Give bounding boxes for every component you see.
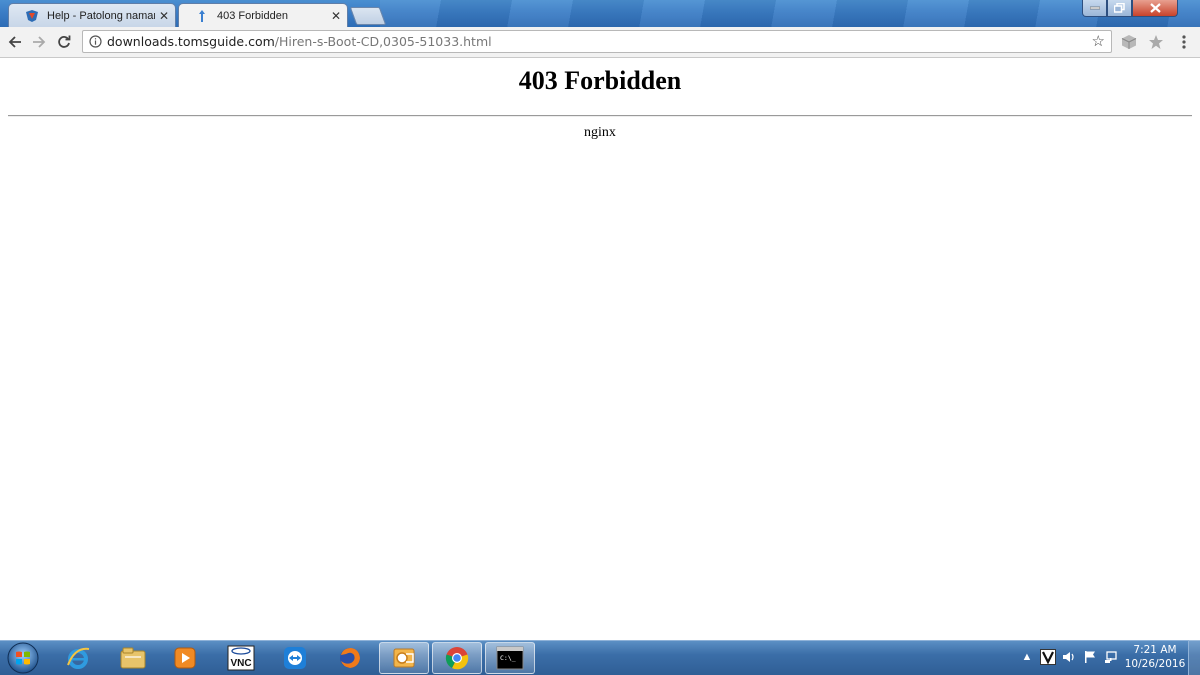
taskbar-media-player[interactable] [160, 642, 210, 674]
tab-help-patolong[interactable]: Help - Patolong naman s ✕ [8, 3, 176, 27]
clock-time: 7:21 AM [1133, 644, 1177, 656]
taskbar-file-explorer[interactable] [108, 642, 158, 674]
tab-close-icon[interactable]: ✕ [331, 9, 341, 23]
taskbar-firefox[interactable] [325, 642, 375, 674]
show-hidden-icons-arrow-icon[interactable]: ▲ [1020, 650, 1034, 664]
teamviewer-icon [284, 647, 306, 669]
page-title: 403 Forbidden [518, 66, 682, 95]
taskbar-vnc[interactable]: VNC [216, 642, 266, 674]
forward-arrow-icon [33, 36, 46, 48]
show-desktop-button[interactable] [1188, 640, 1200, 675]
reload-icon [58, 35, 71, 48]
folder-icon [120, 647, 146, 669]
tab-title: Help - Patolong naman s [47, 9, 155, 22]
close-window-button[interactable] [1132, 0, 1178, 17]
tab-403-forbidden[interactable]: 403 Forbidden ✕ [178, 3, 348, 27]
firefox-icon [340, 648, 360, 668]
start-button[interactable] [3, 642, 43, 674]
extension-cube-icon[interactable] [1120, 33, 1138, 51]
internet-explorer-icon [67, 647, 90, 669]
action-center-flag-icon[interactable] [1083, 650, 1097, 664]
vnc-icon: VNC [227, 645, 255, 671]
v-tray-icon[interactable] [1040, 649, 1056, 665]
extension-star-icon[interactable] [1147, 33, 1165, 51]
tab-close-icon[interactable]: ✕ [159, 9, 169, 23]
reload-button[interactable] [55, 33, 73, 51]
windows-orb-icon [7, 642, 39, 674]
restore-button[interactable] [1107, 0, 1132, 17]
bookmark-star-icon[interactable]: ☆ [1092, 33, 1105, 51]
chrome-icon [445, 647, 469, 670]
taskbar-internet-explorer[interactable] [53, 642, 103, 674]
taskbar-outlook[interactable] [379, 642, 429, 674]
horizontal-divider [8, 115, 1192, 117]
command-prompt-label: C:\_ [500, 654, 516, 662]
back-arrow-icon [8, 36, 21, 48]
new-tab-button[interactable] [349, 7, 387, 25]
command-prompt-icon: C:\_ [496, 646, 524, 670]
forward-button[interactable] [30, 33, 48, 51]
clock-date: 10/26/2016 [1124, 658, 1186, 670]
url-host: downloads.tomsguide.com [107, 34, 275, 49]
loading-arrow-icon [195, 9, 209, 23]
taskbar-teamviewer[interactable] [270, 642, 320, 674]
media-player-icon [174, 647, 196, 669]
network-icon[interactable] [1104, 650, 1118, 664]
info-icon [89, 35, 102, 48]
system-clock[interactable]: 7:21 AM 10/26/2016 [1122, 643, 1188, 671]
server-signature: nginx [584, 125, 616, 140]
menu-kebab-icon[interactable] [1175, 33, 1193, 51]
minimize-button[interactable] [1082, 0, 1107, 17]
toms-guide-icon [25, 9, 39, 23]
back-button[interactable] [6, 33, 24, 51]
address-bar[interactable]: downloads.tomsguide.com/Hiren-s-Boot-CD,… [82, 30, 1112, 53]
url-path: /Hiren-s-Boot-CD,0305-51033.html [274, 34, 492, 49]
browser-toolbar: downloads.tomsguide.com/Hiren-s-Boot-CD,… [0, 27, 1200, 58]
url-text[interactable]: downloads.tomsguide.com/Hiren-s-Boot-CD,… [107, 35, 492, 49]
outlook-icon [393, 648, 415, 668]
taskbar-command-prompt[interactable]: C:\_ [485, 642, 535, 674]
vnc-label: VNC [230, 658, 251, 669]
taskbar-chrome[interactable] [432, 642, 482, 674]
page-content: 403 Forbidden nginx [0, 58, 1200, 640]
tab-title: 403 Forbidden [217, 9, 288, 22]
speaker-volume-icon[interactable] [1062, 650, 1076, 664]
